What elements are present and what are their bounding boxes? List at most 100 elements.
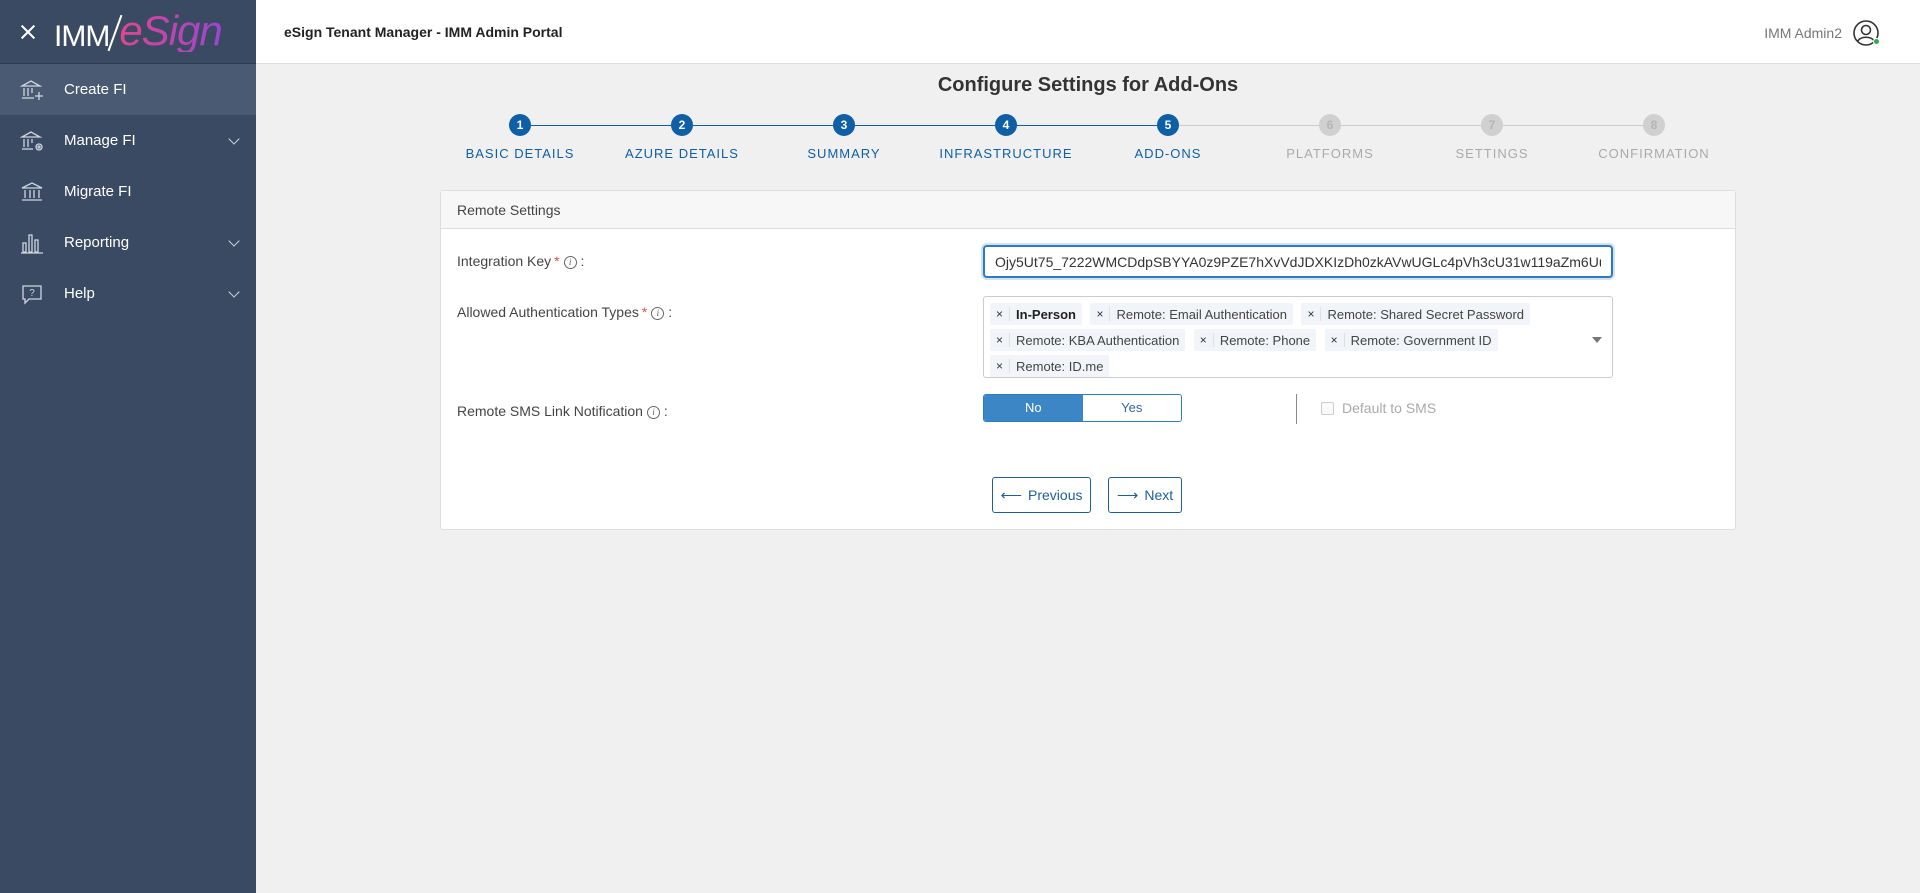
auth-chip: × Remote: KBA Authentication — [990, 329, 1186, 351]
chevron-down-icon — [228, 133, 240, 145]
help-icon: ? — [20, 282, 44, 306]
step-label: SETTINGS — [1455, 146, 1529, 161]
main-content: Configure Settings for Add-Ons 1 BASIC DE… — [256, 64, 1920, 893]
integration-key-label: Integration Key * i : — [457, 253, 585, 269]
required-marker: * — [554, 253, 560, 269]
bar-chart-icon — [20, 231, 44, 255]
remove-chip-icon[interactable]: × — [1090, 307, 1111, 321]
auth-types-label-text: Allowed Authentication Types — [457, 304, 639, 320]
sidebar-item-create-fi[interactable]: Create FI — [0, 64, 256, 115]
sidebar-item-migrate-fi[interactable]: Migrate FI — [0, 166, 256, 217]
top-bar: eSign Tenant Manager - IMM Admin Portal … — [256, 0, 1920, 64]
step-label: SUMMARY — [807, 146, 881, 161]
wizard-stepper: 1 BASIC DETAILS 2 AZURE DETAILS 3 SUMMARY 4 INF… — [466, 114, 1709, 174]
auth-types-multiselect[interactable]: × In-Person × Remote: Email Authentication… — [983, 296, 1613, 378]
step-label: ADD-ONS — [1134, 146, 1202, 161]
sms-no-button[interactable]: No — [984, 395, 1083, 421]
remote-settings-card: Remote Settings Integration Key*i : Allo… — [440, 190, 1736, 530]
required-marker: * — [641, 304, 648, 320]
auth-chip: × Remote: Phone — [1193, 329, 1317, 351]
info-icon[interactable]: i — [563, 256, 577, 269]
auth-chip: × Remote: Shared Secret Password — [1301, 303, 1531, 325]
step-label: PLATFORMS — [1286, 146, 1374, 161]
next-label: Next — [1144, 487, 1174, 503]
default-sms-option: Default to SMS — [1321, 400, 1436, 416]
sidebar-item-reporting[interactable]: Reporting — [0, 217, 256, 268]
sidebar-item-label: Manage FI — [64, 132, 136, 149]
close-icon[interactable] — [18, 22, 38, 42]
user-name: IMM Admin2 — [1764, 25, 1842, 41]
auth-types-label: Allowed Authentication Types * i : — [457, 304, 673, 320]
chip-label: Remote: Government ID — [1350, 332, 1492, 348]
chevron-down-icon — [228, 286, 240, 298]
previous-button[interactable]: ⟵ Previous — [992, 477, 1091, 513]
step-6[interactable]: 6 PLATFORMS — [1249, 114, 1411, 161]
step-number: 2 — [671, 114, 693, 136]
logo-imm: IMM — [54, 19, 110, 53]
remove-chip-icon[interactable]: × — [1194, 333, 1214, 347]
remove-chip-icon[interactable]: × — [1325, 333, 1345, 347]
sidebar-item-manage-fi[interactable]: Manage FI — [0, 115, 256, 166]
sidebar-item-label: Create FI — [64, 81, 127, 98]
auth-chip: × Remote: Email Authentication — [1090, 303, 1293, 325]
chip-label: Remote: ID.me — [1016, 358, 1104, 374]
step-number: 6 — [1319, 114, 1341, 136]
step-label: AZURE DETAILS — [625, 146, 739, 161]
online-status-dot — [1873, 38, 1880, 45]
chip-label: In-Person — [1016, 306, 1076, 322]
step-2[interactable]: 2 AZURE DETAILS — [601, 114, 763, 161]
step-8[interactable]: 8 CONFIRMATION — [1573, 114, 1735, 161]
step-1[interactable]: 1 BASIC DETAILS — [439, 114, 601, 161]
sms-label-text: Remote SMS Link Notification — [457, 403, 643, 419]
previous-label: Previous — [1028, 487, 1083, 503]
integration-key-label-text: Integration Key — [457, 253, 552, 269]
sms-label: Remote SMS Link Notification i : — [457, 403, 668, 419]
dropdown-arrow-icon[interactable] — [1592, 337, 1602, 343]
arrow-left-icon: ⟵ — [1000, 487, 1023, 504]
arrow-right-icon: ⟶ — [1116, 487, 1139, 504]
step-label: BASIC DETAILS — [465, 146, 575, 161]
logo: IMM eSign — [54, 9, 223, 53]
sidebar-item-help[interactable]: ? Help — [0, 268, 256, 319]
step-5[interactable]: 5 ADD-ONS — [1087, 114, 1249, 161]
step-label: INFRASTRUCTURE — [939, 146, 1073, 161]
sidebar: IMM eSign Create FI Manage FI Migrate FI… — [0, 0, 256, 893]
bank-gear-icon — [20, 129, 44, 153]
svg-text:?: ? — [29, 288, 35, 299]
page-title: Configure Settings for Add-Ons — [937, 74, 1239, 96]
bank-plus-icon — [20, 78, 44, 102]
card-title: Remote Settings — [441, 191, 1735, 229]
chevron-down-icon — [228, 235, 240, 247]
info-icon[interactable]: i — [646, 406, 660, 419]
sidebar-item-label: Help — [64, 285, 95, 302]
auth-chip: × Remote: ID.me — [990, 355, 1110, 377]
sms-yes-button[interactable]: Yes — [1082, 395, 1181, 421]
step-number: 5 — [1157, 114, 1179, 136]
chip-label: Remote: Email Authentication — [1116, 306, 1287, 322]
integration-key-input[interactable] — [983, 245, 1613, 278]
user-menu[interactable]: IMM Admin2 — [1764, 19, 1880, 47]
chip-label: Remote: Shared Secret Password — [1327, 306, 1525, 322]
remove-chip-icon[interactable]: × — [990, 333, 1011, 347]
remove-chip-icon[interactable]: × — [990, 359, 1011, 373]
step-number: 1 — [509, 114, 531, 136]
sidebar-item-label: Reporting — [64, 234, 130, 251]
remove-chip-icon[interactable]: × — [990, 307, 1011, 321]
step-label: CONFIRMATION — [1598, 146, 1710, 161]
chip-label: Remote: Phone — [1219, 332, 1311, 348]
step-number: 8 — [1643, 114, 1665, 136]
remove-chip-icon[interactable]: × — [1301, 307, 1322, 321]
auth-chip: × In-Person — [990, 303, 1082, 325]
step-7[interactable]: 7 SETTINGS — [1411, 114, 1573, 161]
bank-icon — [20, 180, 44, 204]
chip-label: Remote: KBA Authentication — [1016, 332, 1180, 348]
user-avatar-icon[interactable] — [1852, 19, 1880, 47]
default-sms-label: Default to SMS — [1342, 400, 1437, 416]
step-4[interactable]: 4 INFRASTRUCTURE — [925, 114, 1087, 161]
step-number: 7 — [1481, 114, 1503, 136]
sidebar-item-label: Migrate FI — [64, 183, 132, 200]
info-icon[interactable]: i — [651, 307, 665, 320]
default-sms-checkbox[interactable] — [1321, 401, 1334, 415]
step-3[interactable]: 3 SUMMARY — [763, 114, 925, 161]
next-button[interactable]: ⟶ Next — [1108, 477, 1182, 513]
